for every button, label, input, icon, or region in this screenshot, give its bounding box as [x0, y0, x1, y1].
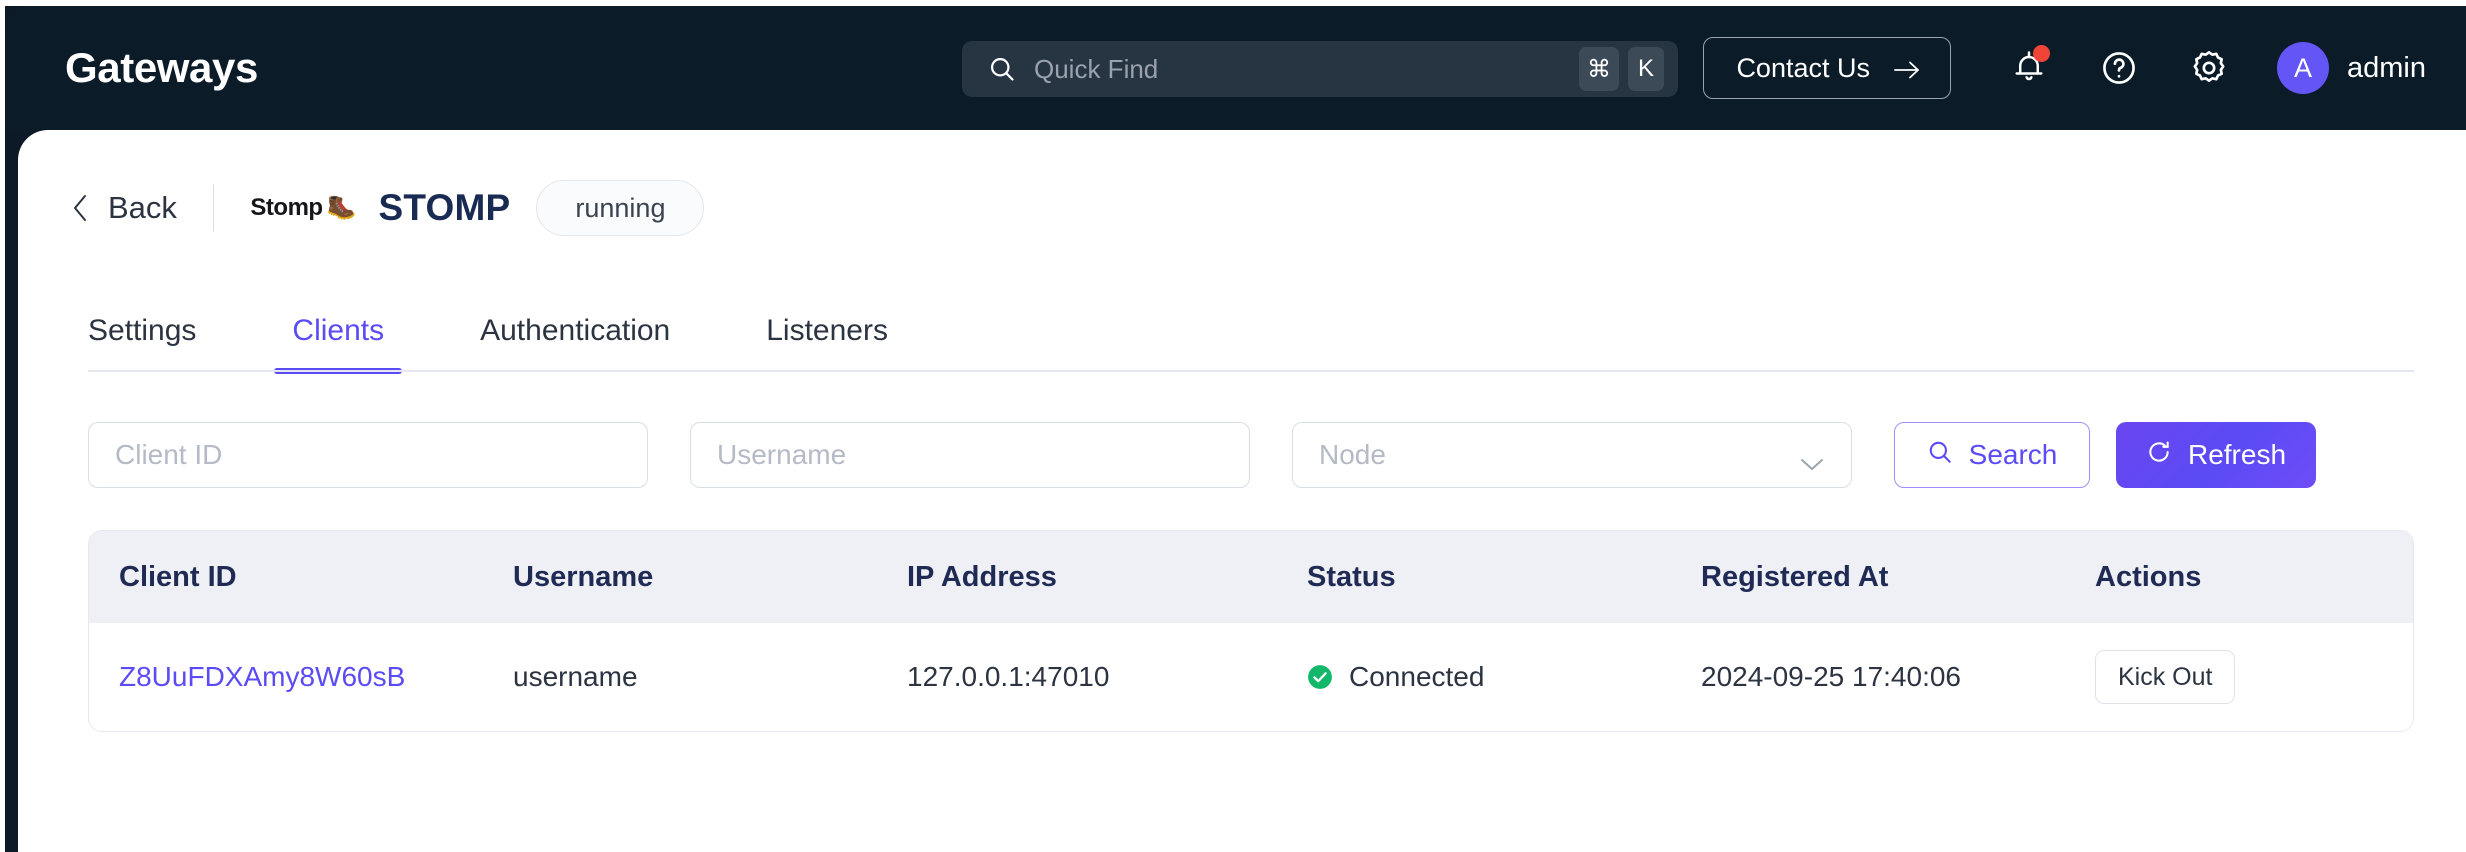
service-logo-text: Stomp: [250, 194, 323, 221]
notification-badge-dot: [2033, 45, 2050, 62]
client-id-link[interactable]: Z8UuFDXAmy8W60sB: [119, 661, 405, 692]
column-header-ip-address: IP Address: [907, 560, 1057, 593]
top-navbar: Gateways Quick Find ⌘ K Contact Us A adm…: [5, 6, 2466, 130]
column-header-username: Username: [513, 560, 654, 593]
contact-us-label: Contact Us: [1736, 52, 1870, 83]
tab-authentication[interactable]: Authentication: [462, 314, 688, 372]
user-menu[interactable]: A admin: [2277, 42, 2426, 94]
arrow-right-icon: [1892, 57, 1922, 79]
chevron-left-icon: [70, 192, 90, 224]
kbd-command-icon: ⌘: [1579, 47, 1619, 91]
avatar: A: [2277, 42, 2329, 94]
quick-find-placeholder: Quick Find: [1034, 53, 1159, 84]
column-header-actions: Actions: [2095, 560, 2202, 593]
tab-settings[interactable]: Settings: [70, 314, 214, 372]
username-input[interactable]: Username: [690, 422, 1250, 488]
clients-table: Client ID Username IP Address Status Reg…: [88, 530, 2414, 732]
boot-icon: 🥾: [326, 194, 357, 221]
table-header-row: Client ID Username IP Address Status Reg…: [89, 531, 2413, 623]
table-row: Z8UuFDXAmy8W60sB username 127.0.0.1:4701…: [89, 623, 2413, 731]
search-button[interactable]: Search: [1894, 422, 2090, 488]
kick-out-button[interactable]: Kick Out: [2095, 650, 2236, 704]
column-header-registered-at: Registered At: [1701, 560, 1889, 593]
back-button[interactable]: Back: [70, 190, 177, 226]
cell-client-id: Z8UuFDXAmy8W60sB: [89, 661, 483, 693]
tab-bar-divider: [88, 370, 2414, 372]
refresh-button[interactable]: Refresh: [2116, 422, 2316, 488]
notifications-button[interactable]: [1997, 36, 2061, 100]
cell-registered-at: 2024-09-25 17:40:06: [1701, 661, 1961, 692]
cell-actions: Kick Out: [2065, 650, 2413, 704]
page-title: STOMP: [378, 187, 511, 228]
window-left-edge: [0, 0, 5, 852]
node-select[interactable]: Node: [1292, 422, 1852, 488]
tab-bar: Settings Clients Authentication Listener…: [18, 296, 2466, 374]
app-brand-title: Gateways: [65, 44, 258, 91]
username-placeholder: Username: [717, 439, 847, 470]
kbd-k-key: K: [1628, 47, 1664, 91]
search-button-icon: [1927, 439, 1953, 472]
filter-bar: Client ID Username Node Search Refresh: [18, 422, 2466, 488]
contact-us-button[interactable]: Contact Us: [1703, 37, 1951, 99]
chevron-down-icon: [1799, 447, 1825, 470]
main-content-panel: Back Stomp 🥾 STOMP running Settings Clie…: [18, 130, 2466, 852]
user-name-label: admin: [2347, 51, 2426, 84]
status-text: Connected: [1349, 661, 1485, 692]
node-placeholder: Node: [1319, 439, 1386, 470]
settings-gear-button[interactable]: [2177, 36, 2241, 100]
help-button[interactable]: [2087, 36, 2151, 100]
app-root: Gateways Quick Find ⌘ K Contact Us A adm…: [0, 0, 2466, 852]
client-id-input[interactable]: Client ID: [88, 422, 648, 488]
window-top-edge: [0, 0, 2466, 6]
header-divider: [212, 185, 215, 231]
cell-status: Connected: [1277, 661, 1671, 693]
back-label: Back: [108, 190, 177, 225]
refresh-icon: [2146, 439, 2172, 472]
client-id-placeholder: Client ID: [115, 439, 223, 470]
search-button-label: Search: [1968, 439, 2058, 470]
tab-clients[interactable]: Clients: [274, 314, 402, 374]
tab-listeners[interactable]: Listeners: [748, 314, 906, 372]
column-header-client-id: Client ID: [119, 560, 237, 593]
navbar-right-cluster: Contact Us A admin: [1703, 6, 2426, 130]
service-logo: Stomp 🥾: [250, 194, 356, 222]
refresh-button-label: Refresh: [2187, 439, 2287, 470]
cell-ip-address: 127.0.0.1:47010: [907, 661, 1110, 692]
cell-username: username: [513, 661, 638, 692]
search-icon: [988, 55, 1016, 83]
column-header-status: Status: [1307, 560, 1396, 593]
page-header: Back Stomp 🥾 STOMP running: [18, 160, 2466, 256]
quick-find-search[interactable]: Quick Find ⌘ K: [962, 41, 1678, 97]
check-circle-icon: [1307, 664, 1333, 690]
status-badge: running: [536, 180, 705, 236]
